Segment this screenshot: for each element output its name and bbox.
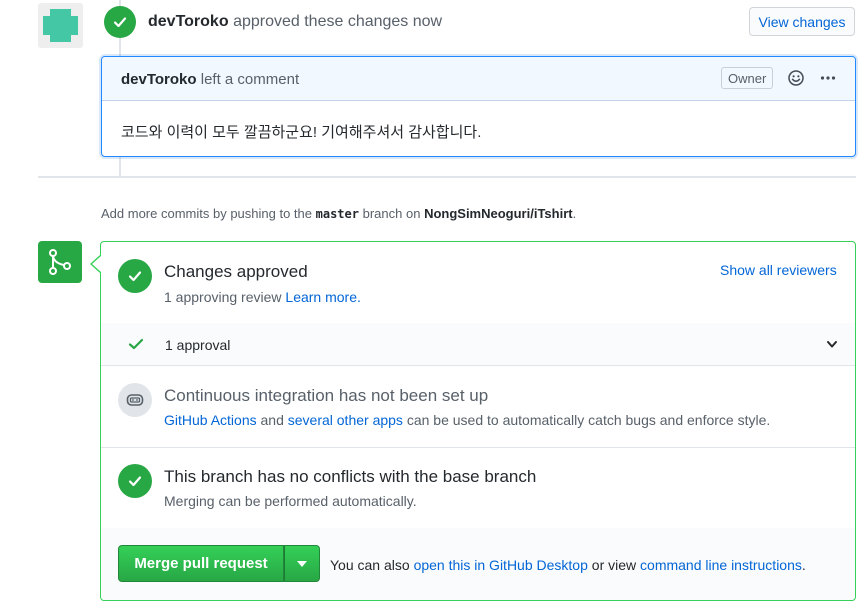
hint-prefix: Add more commits by pushing to the <box>101 206 312 221</box>
view-changes-button[interactable]: View changes <box>749 7 855 36</box>
section-divider <box>101 447 855 448</box>
command-line-instructions-link[interactable]: command line instructions <box>640 557 802 573</box>
open-github-desktop-link[interactable]: open this in GitHub Desktop <box>414 557 588 573</box>
approved-title: Changes approved <box>164 262 308 281</box>
hint-middle: branch on <box>362 206 421 221</box>
hint-suffix: . <box>572 206 577 221</box>
branch-name: master <box>315 207 359 221</box>
approved-badge <box>104 6 136 38</box>
comment-action: left a comment <box>200 71 300 88</box>
ci-icon <box>126 394 144 406</box>
check-icon <box>113 17 127 28</box>
learn-more-link[interactable]: Learn more. <box>285 289 360 305</box>
repo-name: NongSimNeoguri/iTshirt <box>424 206 573 221</box>
approving-review-count: 1 approving review <box>164 289 282 305</box>
check-icon <box>128 338 144 350</box>
ci-description: GitHub Actions and several other apps ca… <box>164 412 770 428</box>
conflict-subtitle: Merging can be performed automatically. <box>164 493 417 509</box>
reviewer-name[interactable]: devToroko <box>148 13 229 30</box>
approval-row[interactable]: 1 approval <box>101 323 855 365</box>
footer-prefix: You can also <box>330 557 410 573</box>
divider <box>38 176 856 178</box>
kebab-horizontal-icon[interactable] <box>820 70 836 86</box>
merge-box: Changes approved 1 approving review Lear… <box>100 241 856 601</box>
merge-footer: Merge pull request You can also open thi… <box>101 528 855 600</box>
avatar[interactable] <box>38 3 83 48</box>
owner-badge: Owner <box>721 67 774 89</box>
check-icon <box>128 476 142 487</box>
smiley-icon[interactable] <box>788 70 804 86</box>
footer-middle: or view <box>591 557 637 573</box>
merge-pull-request-button[interactable]: Merge pull request <box>118 545 284 582</box>
merge-method-dropdown[interactable] <box>284 545 320 582</box>
merge-footer-text: You can also open this in GitHub Desktop… <box>330 557 806 573</box>
show-all-reviewers-link[interactable]: Show all reviewers <box>720 262 837 278</box>
comment-author[interactable]: devToroko <box>121 71 197 88</box>
approved-status-icon <box>118 259 152 293</box>
approval-count: 1 approval <box>165 337 231 353</box>
triangle-down-icon <box>297 560 307 567</box>
chevron-down-icon[interactable] <box>826 338 838 350</box>
review-action: approved these changes now <box>233 13 443 30</box>
github-actions-link[interactable]: GitHub Actions <box>164 412 257 428</box>
footer-suffix: . <box>801 557 806 573</box>
section-divider <box>101 365 855 366</box>
ci-and: and <box>260 412 284 428</box>
review-comment: devToroko left a comment Owner 코드와 이력이 모… <box>101 56 856 157</box>
other-apps-link[interactable]: several other apps <box>288 412 403 428</box>
no-conflicts-status-icon <box>118 464 152 498</box>
comment-author-line: devToroko left a comment <box>121 71 299 88</box>
approved-subtitle: 1 approving review Learn more. <box>164 289 361 305</box>
comment-header: devToroko left a comment Owner <box>102 57 855 101</box>
git-merge-icon <box>49 249 71 275</box>
ci-title: Continuous integration has not been set … <box>164 386 489 405</box>
conflict-title: This branch has no conflicts with the ba… <box>164 467 537 486</box>
merge-status-icon <box>38 241 82 283</box>
check-icon <box>128 271 142 282</box>
comment-body: 코드와 이력이 모두 깔끔하군요! 기여해주셔서 감사합니다. <box>121 124 482 141</box>
review-event-text: devToroko approved these changes now <box>148 13 442 31</box>
push-hint: Add more commits by pushing to the maste… <box>101 206 576 221</box>
merge-box-caret-inner <box>92 256 101 272</box>
ci-status-icon <box>118 383 152 417</box>
ci-rest: can be used to automatically catch bugs … <box>406 412 771 428</box>
